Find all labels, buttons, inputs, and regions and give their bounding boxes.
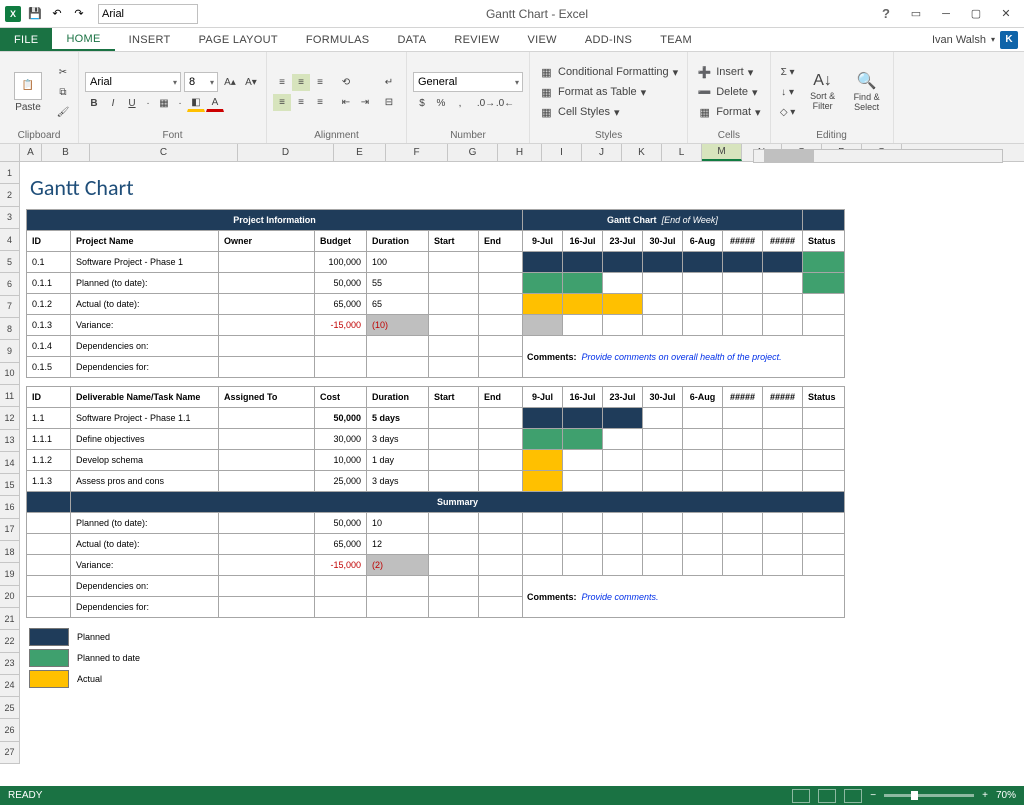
- help-icon[interactable]: ?: [872, 4, 900, 24]
- align-left-icon[interactable]: ≡: [273, 94, 291, 111]
- page-break-view-button[interactable]: [844, 789, 862, 803]
- maximize-button[interactable]: ▢: [962, 4, 990, 24]
- comma-icon[interactable]: ,: [451, 95, 469, 112]
- insert-cells-button[interactable]: ➕Insert ▾: [694, 64, 763, 81]
- currency-icon[interactable]: $: [413, 95, 431, 112]
- ribbon-collapse-icon[interactable]: ▭: [902, 4, 930, 24]
- align-middle-icon[interactable]: ≡: [292, 74, 310, 91]
- percent-icon[interactable]: %: [432, 95, 450, 112]
- font-size-combo[interactable]: 8: [184, 72, 218, 92]
- orientation-icon[interactable]: ⟲: [337, 74, 355, 91]
- wrap-text-icon[interactable]: ↵: [378, 74, 400, 91]
- ribbon: 📋 Paste ✂ ⧉ 🖌 Clipboard Arial 8 A▴ A▾ B: [0, 52, 1024, 144]
- grid[interactable]: Gantt Chart Project InformationGantt Cha…: [20, 162, 1024, 764]
- ribbon-tabs: FILE HOME INSERT PAGE LAYOUT FORMULAS DA…: [0, 28, 1024, 52]
- undo-icon[interactable]: ↶: [48, 5, 66, 23]
- tab-review[interactable]: REVIEW: [440, 28, 513, 51]
- tab-view[interactable]: VIEW: [514, 28, 571, 51]
- autosum-icon[interactable]: Σ ▾: [777, 64, 799, 81]
- redo-icon[interactable]: ↷: [70, 5, 88, 23]
- excel-icon: X: [4, 5, 22, 23]
- align-right-icon[interactable]: ≡: [311, 94, 329, 111]
- fill-color-icon[interactable]: ◧: [187, 95, 205, 112]
- fill-icon[interactable]: ↓ ▾: [777, 84, 799, 101]
- tab-formulas[interactable]: FORMULAS: [292, 28, 384, 51]
- font-color-icon[interactable]: A: [206, 95, 224, 112]
- styles-group-label: Styles: [536, 129, 681, 142]
- sort-icon: A↓: [813, 72, 832, 90]
- number-group-label: Number: [413, 129, 523, 142]
- merge-center-icon[interactable]: ⊟: [378, 94, 400, 111]
- zoom-slider[interactable]: [884, 794, 974, 797]
- statusbar: READY − + 70%: [0, 786, 1024, 805]
- tab-team[interactable]: TEAM: [646, 28, 706, 51]
- bold-icon[interactable]: B: [85, 95, 103, 112]
- tab-data[interactable]: DATA: [383, 28, 440, 51]
- underline-icon[interactable]: U: [123, 95, 141, 112]
- number-format-combo[interactable]: General: [413, 72, 523, 92]
- editing-group-label: Editing: [777, 129, 887, 142]
- clipboard-group-label: Clipboard: [6, 129, 72, 142]
- zoom-level[interactable]: 70%: [996, 790, 1016, 801]
- copy-icon[interactable]: ⧉: [54, 84, 72, 101]
- format-as-table-button[interactable]: ▦Format as Table ▾: [536, 84, 681, 101]
- align-center-icon[interactable]: ≡: [292, 94, 310, 111]
- normal-view-button[interactable]: [792, 789, 810, 803]
- tab-home[interactable]: HOME: [52, 28, 114, 51]
- decrease-indent-icon[interactable]: ⇤: [337, 94, 355, 111]
- save-icon[interactable]: 💾: [26, 5, 44, 23]
- find-select-button[interactable]: 🔍 Find & Select: [847, 60, 887, 124]
- decrease-decimal-icon[interactable]: .0←: [496, 95, 514, 112]
- gantt-table-1[interactable]: Project InformationGantt Chart [End of W…: [26, 209, 845, 378]
- worksheet: ABCDEFGHIJKLMNOPQ 1234567891011121314151…: [0, 144, 1024, 764]
- cut-icon[interactable]: ✂: [54, 64, 72, 81]
- gantt-table-2[interactable]: IDDeliverable Name/Task NameAssigned ToC…: [26, 386, 845, 618]
- clear-icon[interactable]: ◇ ▾: [777, 104, 799, 121]
- user-avatar[interactable]: K: [1000, 31, 1018, 49]
- delete-cells-button[interactable]: ➖Delete ▾: [694, 84, 763, 101]
- conditional-formatting-button[interactable]: ▦Conditional Formatting ▾: [536, 64, 681, 81]
- font-group-label: Font: [85, 129, 260, 142]
- zoom-in-button[interactable]: +: [982, 790, 988, 801]
- qat-font-combo[interactable]: Arial: [98, 4, 198, 24]
- tab-file[interactable]: FILE: [0, 28, 52, 51]
- page-layout-view-button[interactable]: [818, 789, 836, 803]
- clipboard-icon: 📋: [14, 72, 42, 100]
- find-icon: 🔍: [857, 71, 877, 91]
- minimize-button[interactable]: ─: [932, 4, 960, 24]
- gantt-title: Gantt Chart: [26, 162, 1018, 209]
- cells-group-label: Cells: [694, 129, 763, 142]
- tab-addins[interactable]: ADD-INS: [571, 28, 646, 51]
- increase-decimal-icon[interactable]: .0→: [477, 95, 495, 112]
- legend: PlannedPlanned to dateActual: [26, 626, 222, 689]
- tab-insert[interactable]: INSERT: [115, 28, 185, 51]
- decrease-font-icon[interactable]: A▾: [242, 74, 260, 91]
- font-name-combo[interactable]: Arial: [85, 72, 181, 92]
- sort-filter-button[interactable]: A↓ Sort & Filter: [803, 60, 843, 124]
- borders-icon[interactable]: ▦: [155, 95, 173, 112]
- horizontal-scrollbar[interactable]: [753, 149, 1003, 163]
- tab-page-layout[interactable]: PAGE LAYOUT: [185, 28, 292, 51]
- titlebar: X 💾 ↶ ↷ Arial Gantt Chart - Excel ? ▭ ─ …: [0, 0, 1024, 28]
- format-painter-icon[interactable]: 🖌: [54, 104, 72, 121]
- window-title: Gantt Chart - Excel: [202, 7, 872, 21]
- user-name[interactable]: Ivan Walsh: [932, 34, 986, 46]
- close-button[interactable]: ✕: [992, 4, 1020, 24]
- align-top-icon[interactable]: ≡: [273, 74, 291, 91]
- format-cells-button[interactable]: ▦Format ▾: [694, 104, 763, 121]
- zoom-out-button[interactable]: −: [870, 790, 876, 801]
- row-headers[interactable]: 1234567891011121314151617181920212223242…: [0, 162, 20, 764]
- italic-icon[interactable]: I: [104, 95, 122, 112]
- increase-indent-icon[interactable]: ⇥: [356, 94, 374, 111]
- status-ready: READY: [8, 790, 42, 801]
- increase-font-icon[interactable]: A▴: [221, 74, 239, 91]
- paste-button[interactable]: 📋 Paste: [6, 60, 50, 124]
- cell-styles-button[interactable]: ▦Cell Styles ▾: [536, 104, 681, 121]
- alignment-group-label: Alignment: [273, 129, 400, 142]
- align-bottom-icon[interactable]: ≡: [311, 74, 329, 91]
